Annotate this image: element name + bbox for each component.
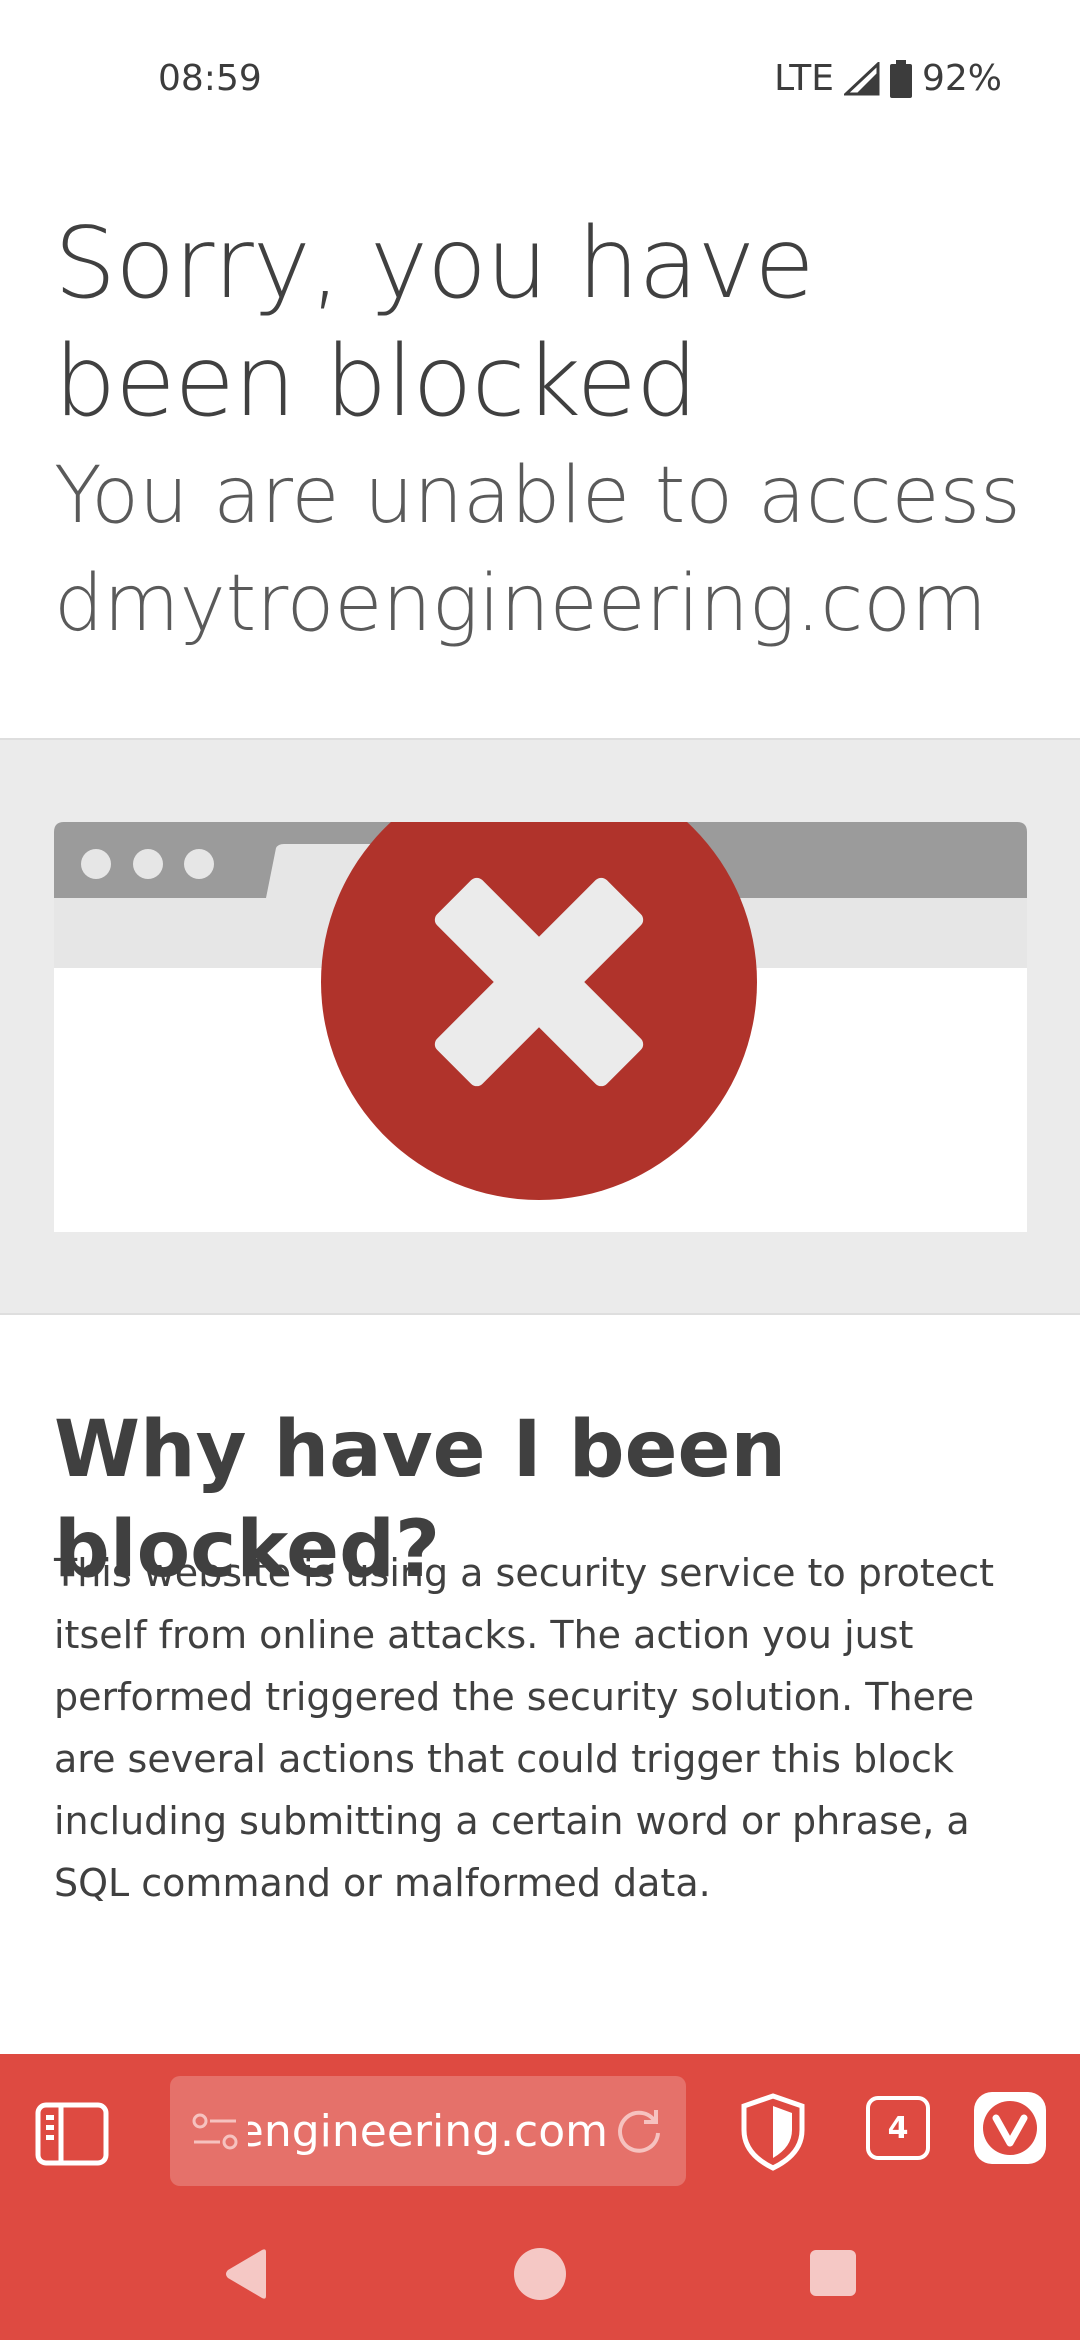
- window-dot-icon: [133, 849, 163, 879]
- panel-button[interactable]: [34, 2096, 110, 2172]
- panel-icon: [35, 2102, 109, 2166]
- shield-icon: [741, 2093, 805, 2171]
- site-settings-icon[interactable]: [192, 2112, 238, 2152]
- window-dot-icon: [184, 849, 214, 879]
- home-icon[interactable]: [514, 2248, 566, 2300]
- blocked-illustration-band: [0, 738, 1080, 1315]
- page-subtitle: You are unable to access dmytroengineeri…: [54, 451, 1021, 649]
- system-nav-bar: [0, 2200, 1080, 2340]
- browser-toolbar: dmytroengineering.com 4: [0, 2054, 1080, 2340]
- status-bar: 08:59 LTE 92%: [0, 0, 1080, 160]
- url-text[interactable]: dmytroengineering.com: [248, 2106, 608, 2157]
- network-type: LTE: [774, 58, 834, 99]
- window-dot-icon: [81, 849, 111, 879]
- battery-icon: [889, 59, 912, 98]
- status-time: 08:59: [158, 58, 262, 99]
- tracker-blocker-button[interactable]: [740, 2092, 806, 2172]
- back-icon[interactable]: [222, 2248, 270, 2300]
- vivaldi-icon: [983, 2101, 1037, 2155]
- address-bar[interactable]: dmytroengineering.com: [170, 2076, 686, 2186]
- blocked-browser-illustration: [54, 822, 1027, 1232]
- section-body: This website is using a security service…: [54, 1551, 994, 1905]
- battery-percent: 92%: [921, 58, 1002, 99]
- vivaldi-menu-button[interactable]: [974, 2092, 1046, 2164]
- page-title: Sorry, you have been blocked: [54, 207, 815, 439]
- recents-icon[interactable]: [810, 2250, 856, 2296]
- status-indicators: LTE 92%: [774, 58, 1002, 99]
- tabs-button[interactable]: 4: [866, 2096, 930, 2160]
- reload-icon[interactable]: [614, 2106, 664, 2156]
- signal-icon: [843, 61, 880, 96]
